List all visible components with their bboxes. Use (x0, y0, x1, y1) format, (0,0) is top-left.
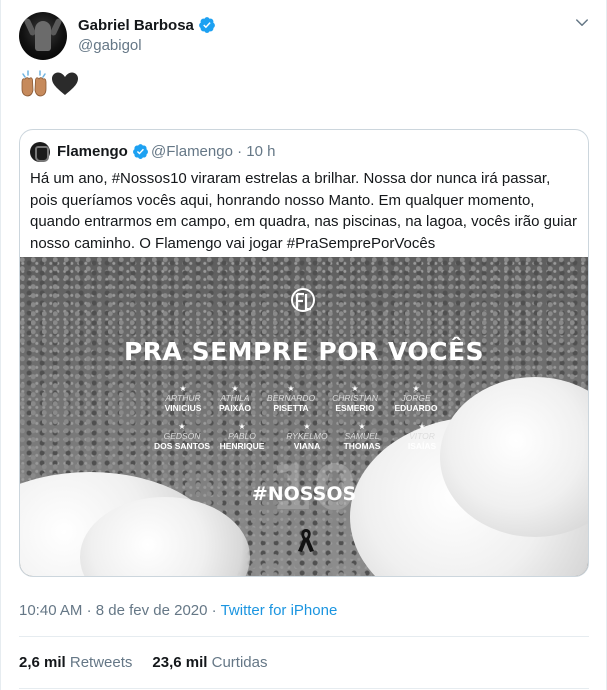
likes-stat[interactable]: 23,6 mil Curtidas (152, 654, 267, 671)
divider (19, 688, 589, 689)
poster-hashtag: #NOSSOS (251, 483, 357, 505)
verified-badge-icon (199, 17, 215, 33)
author-handle[interactable]: @gabigol (78, 37, 142, 54)
quoted-tweet-card[interactable]: Flamengo @Flamengo · 10 h Há um ano, #No… (19, 129, 589, 577)
quoted-time-ago[interactable]: 10 h (246, 143, 275, 160)
tweet-source-link[interactable]: Twitter for iPhone (221, 602, 338, 619)
black-heart-icon (52, 72, 78, 95)
tweet-date[interactable]: 8 de fev de 2020 (96, 602, 208, 619)
names-row-1: ★ ARTHUR VINICIUS ★ ATHILA PAIXÃO ★ BERNARDO P… (20, 385, 588, 415)
retweets-count: 2,6 mil (19, 654, 66, 671)
names-row-2: ★ GEDSON DOS SANTOS ★ PABLO HENRIQUE ★ RYKELM… (20, 423, 588, 453)
flamengo-crest-icon (291, 288, 315, 312)
verified-badge-icon (132, 144, 148, 159)
tweet-text (19, 70, 79, 98)
divider (19, 636, 589, 637)
likes-label: Curtidas (211, 654, 268, 671)
mourning-ribbon-icon (298, 529, 314, 552)
victim-name: ★ JORGE EDUARDO (394, 384, 438, 414)
likes-count: 23,6 mil (152, 654, 208, 671)
quoted-author-handle[interactable]: @Flamengo · 10 h (151, 143, 275, 160)
quoted-tweet-text: Há um ano, #Nossos10 viraram estrelas a … (30, 170, 577, 252)
retweets-stat[interactable]: 2,6 mil Retweets (19, 654, 132, 671)
dot-separator: · (211, 602, 217, 619)
tweet-stats: 2,6 mil Retweets 23,6 mil Curtidas (19, 654, 267, 671)
quoted-author-avatar[interactable] (30, 142, 50, 162)
quoted-author-name[interactable]: Flamengo (57, 143, 149, 160)
tweet-time[interactable]: 10:40 AM (19, 602, 82, 619)
poster-title: PRA SEMPRE POR VOCÊS (123, 337, 485, 366)
tweet-timestamp: 10:40 AM · 8 de fev de 2020 · Twitter fo… (19, 602, 337, 619)
tweet-detail: Gabriel Barbosa @gabigol Flamengo @Flame… (0, 0, 607, 690)
author-name[interactable]: Gabriel Barbosa (78, 16, 216, 34)
dot-separator: · (237, 143, 243, 160)
raising-hands-icon (21, 70, 47, 97)
victim-name: ★ VITOR ISAÍAS (407, 422, 437, 452)
quoted-tweet-image[interactable]: PRA SEMPRE POR VOCÊS ★ ARTHUR VINICIUS ★ AT… (20, 257, 588, 576)
retweets-label: Retweets (69, 654, 133, 671)
author-avatar[interactable] (19, 12, 67, 60)
chevron-down-icon[interactable] (573, 14, 591, 32)
quoted-handle-text[interactable]: @Flamengo (151, 143, 233, 160)
quoted-author-name-text[interactable]: Flamengo (57, 143, 128, 160)
author-name-text[interactable]: Gabriel Barbosa (78, 17, 194, 34)
dot-separator: · (86, 602, 92, 619)
